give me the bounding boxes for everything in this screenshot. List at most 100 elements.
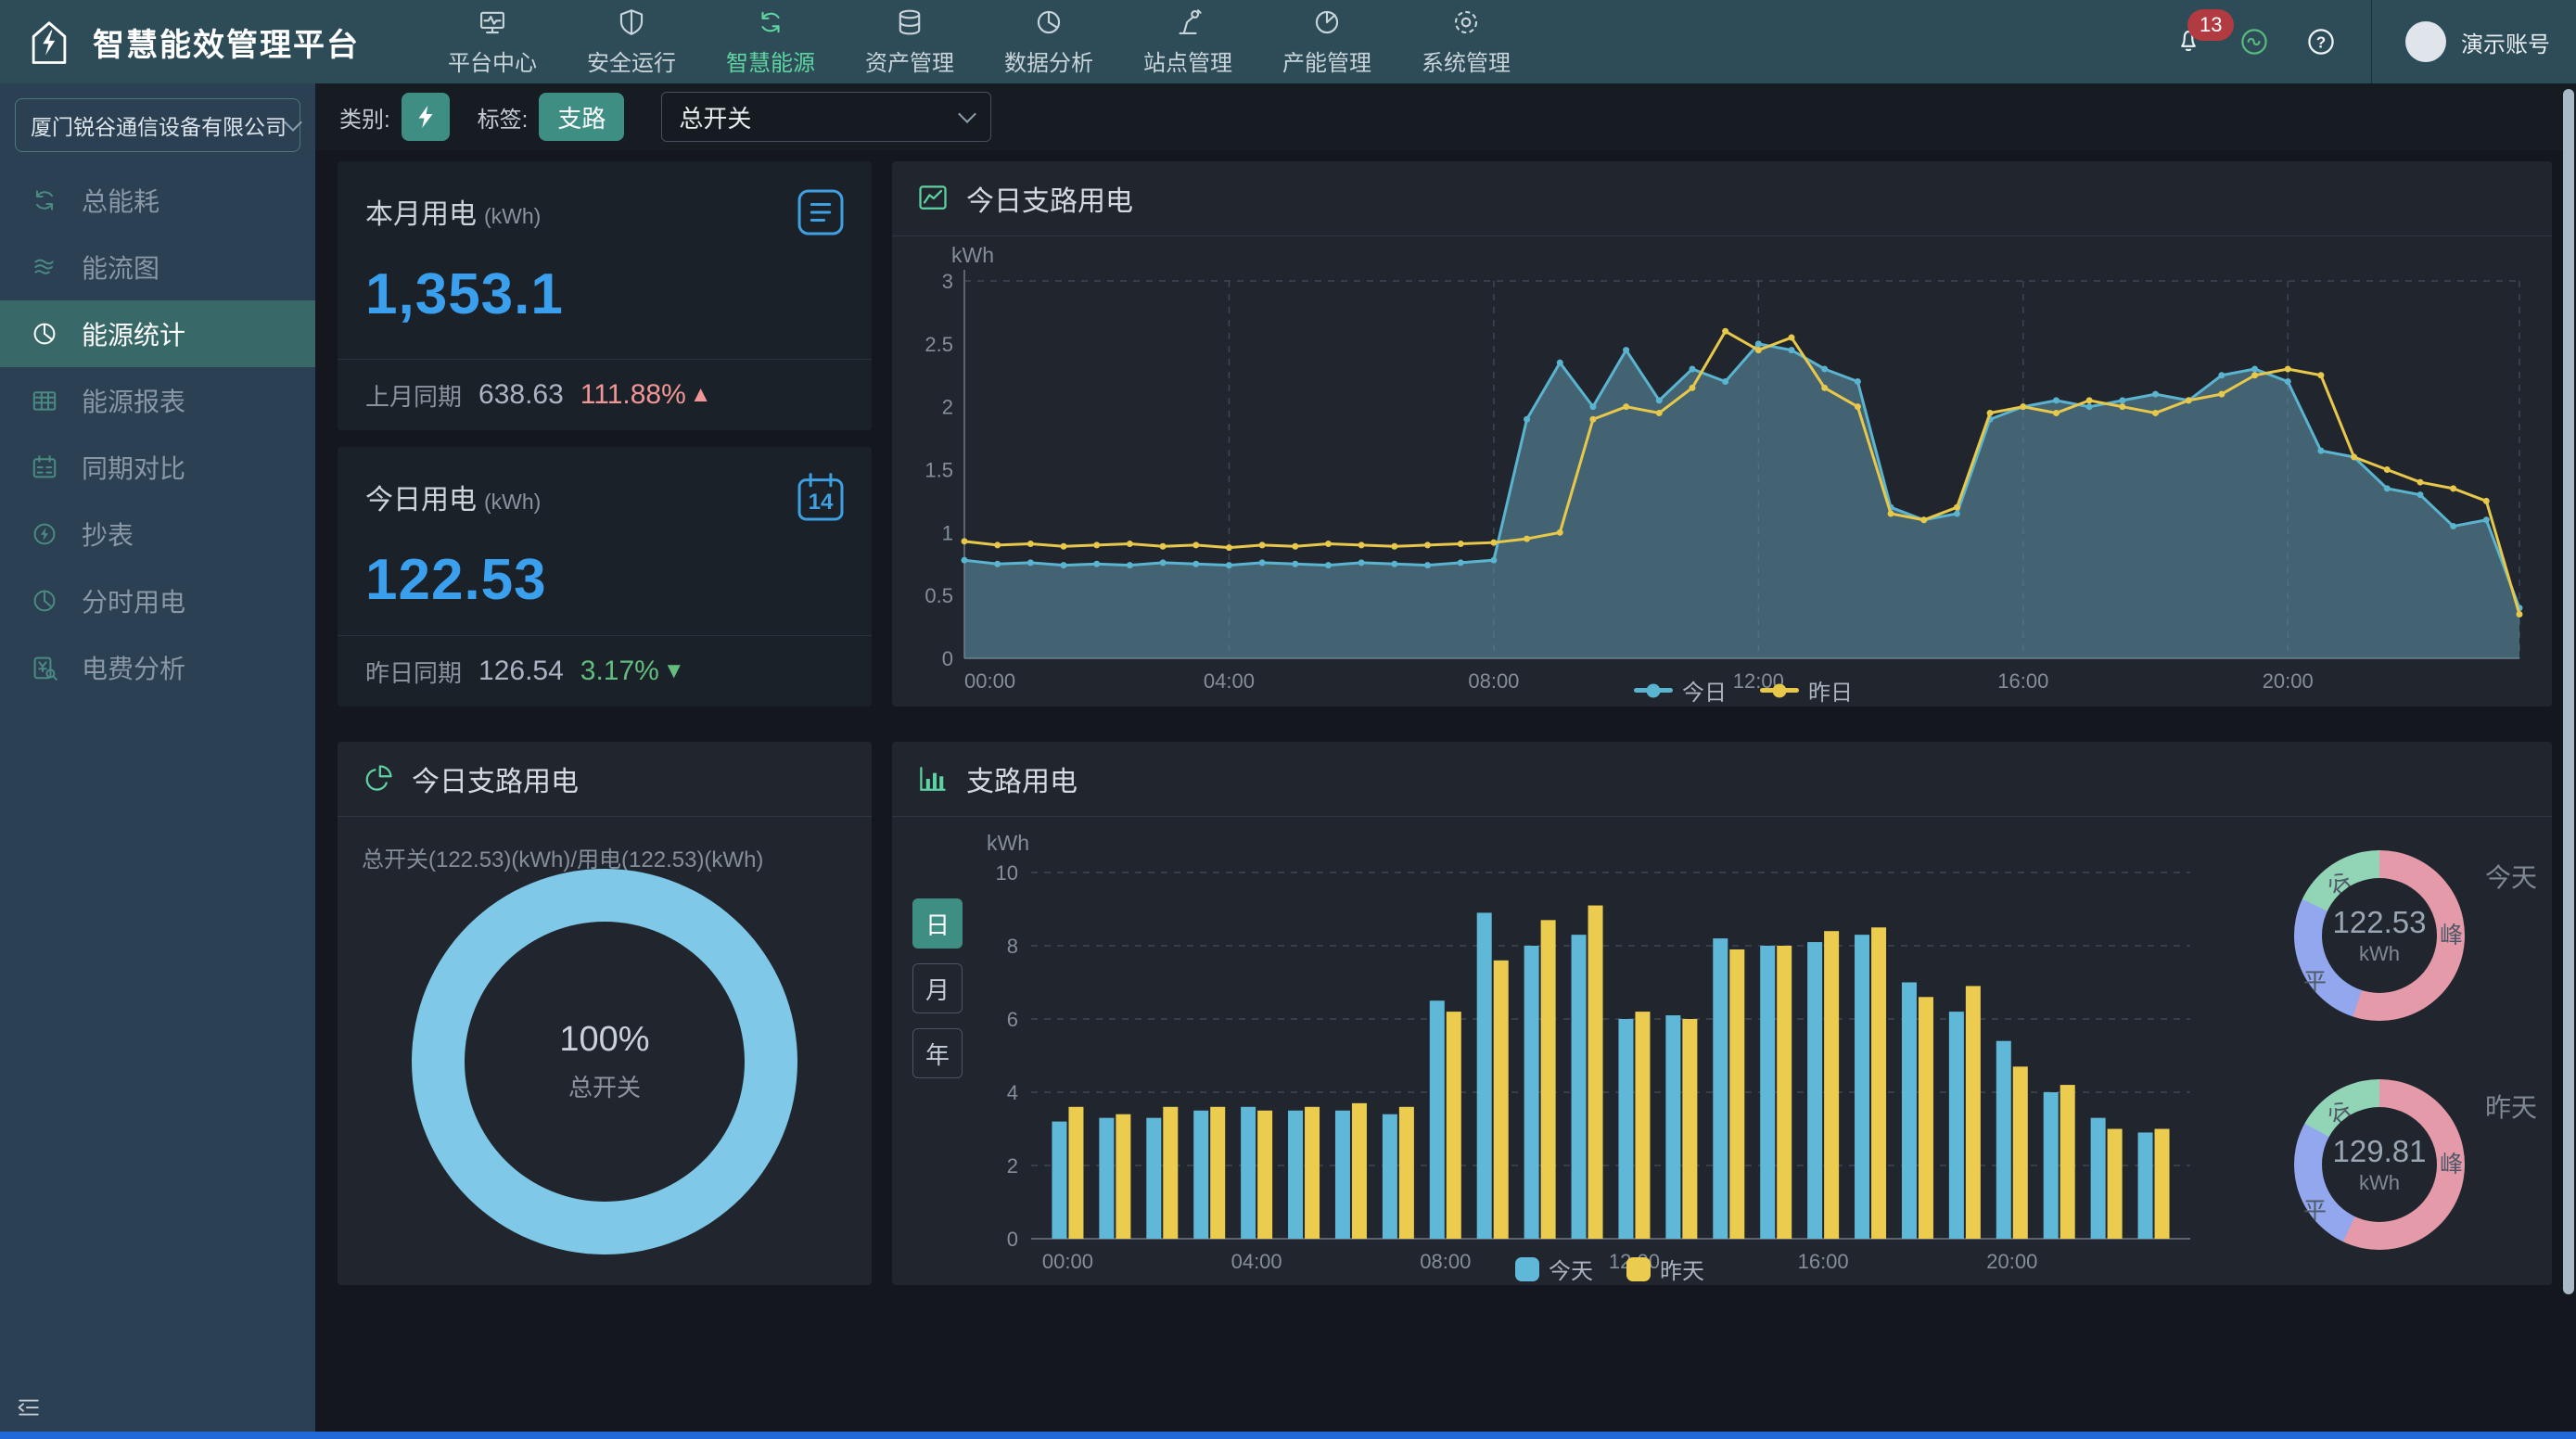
switch-select[interactable]: 总开关 [661,92,991,142]
nav-capacity-management[interactable]: 产能管理 [1278,0,1376,83]
legend-item-yesterday[interactable]: 昨日 [1760,674,1853,707]
svg-text:8: 8 [1007,935,1018,958]
nav-data-analysis[interactable]: 数据分析 [1000,0,1098,83]
card-title: 今日用电(kWh) [365,477,541,517]
chevron-down-icon [958,105,976,123]
category-electric-button[interactable] [402,93,450,141]
nav-system-management[interactable]: 系统管理 [1417,0,1515,83]
svg-text:kWh: kWh [951,243,994,267]
yesterday-donut-label: 昨天 [2485,1088,2537,1125]
yesterday-line-marker [1760,688,1799,693]
sidebar-footer [0,1383,315,1432]
unit-label: kWh [2359,942,2400,966]
unit-label: kWh [2359,1171,2400,1195]
trend-up-icon: ▲ [690,382,712,408]
card-footer: 昨日同期 126.54 3.17%▼ [338,635,872,707]
yesterday-peak-valley-donut: 谷 峰 平 129.81 kWh [2294,1079,2465,1250]
period-month-button[interactable]: 月 [912,963,963,1013]
nav-label: 安全运行 [587,45,676,77]
sidebar-item-label: 能源报表 [82,382,185,419]
sidebar-item-cost-analysis[interactable]: 电费分析 [0,634,315,701]
nav-site-management[interactable]: 站点管理 [1139,0,1237,83]
peak-slice-label: 峰 [2440,917,2463,950]
bar-chart-legend: 今天 昨天 [1515,1253,1704,1285]
period-year-button[interactable]: 年 [912,1028,963,1078]
sidebar-item-period-compare[interactable]: 同期对比 [0,434,315,501]
category-label: 类别: [339,101,390,134]
svg-text:2: 2 [942,396,953,419]
nav-smart-energy[interactable]: 智慧能源 [721,0,820,83]
svg-text:?: ? [2316,33,2326,51]
donut-center: 100% 总开关 [465,922,745,1202]
period-buttons: 日 月 年 [912,898,963,1078]
collapse-sidebar-icon[interactable] [15,1394,43,1421]
link-status-icon[interactable] [2238,25,2271,58]
sidebar-item-label: 总能耗 [82,182,159,219]
svg-text:16:00: 16:00 [1798,1250,1849,1273]
sidebar-item-total-energy[interactable]: 总能耗 [0,167,315,234]
card-unit: (kWh) [484,490,541,514]
vertical-scrollbar[interactable] [2563,89,2574,1294]
legend-label: 昨天 [1660,1253,1704,1285]
legend-label: 昨日 [1808,674,1853,707]
sidebar-item-energy-flow[interactable]: 能流图 [0,234,315,300]
recycle-icon [755,6,786,38]
app-title: 智慧能效管理平台 [93,19,360,65]
compare-label: 昨日同期 [365,655,462,689]
flat-slice-label: 平 [2303,1192,2327,1226]
svg-text:1: 1 [942,521,953,544]
help-icon[interactable]: ? [2304,25,2338,58]
card-footer: 上月同期 638.63 111.88%▲ [338,359,872,430]
panel-title: 支路用电 [966,758,1078,799]
panel-header: 今日支路用电 [892,161,2552,236]
percent-change: 111.88%▲ [580,379,712,411]
bar-chart-body: 日 月 年 kWh024681000:0004:0008:0012:0016:0… [892,817,2552,1286]
topbar: 智慧能效管理平台 平台中心 安全运行 智慧能源 资产管理 数据分析 [0,0,2576,83]
today-usage-card: 今日用电(kWh) 14 122.53 昨日同期 126.54 3.17%▼ [338,447,872,707]
sidebar-item-energy-statistics[interactable]: 能源统计 [0,300,315,367]
sidebar-item-label: 抄表 [82,516,134,553]
recycle-icon [30,185,59,215]
nav-safe-operation[interactable]: 安全运行 [582,0,681,83]
notifications-button[interactable]: 13 [2173,24,2204,60]
compare-value: 638.63 [478,379,564,411]
svg-text:10: 10 [996,861,1018,885]
tag-branch-button[interactable]: 支路 [539,93,624,141]
pie-chart-icon [1311,6,1343,38]
yesterday-total-value: 129.81 [2333,1134,2427,1169]
topbar-right: 13 ? 演示账号 [2173,0,2576,83]
database-icon [894,6,925,38]
nav-platform-center[interactable]: 平台中心 [443,0,542,83]
company-select[interactable]: 厦门锐谷通信设备有限公司 [15,98,300,152]
sidebar-item-meter-reading[interactable]: 抄表 [0,501,315,567]
panel-header: 今日支路用电 [338,742,872,817]
percent-change: 3.17%▼ [580,656,685,687]
period-day-button[interactable]: 日 [912,898,963,949]
svg-text:08:00: 08:00 [1420,1250,1471,1273]
legend-item-today[interactable]: 今天 [1515,1253,1593,1285]
notification-badge: 13 [2187,9,2234,41]
today-total-value: 122.53 [2333,905,2427,940]
app-logo: 智慧能效管理平台 [0,17,443,67]
table-icon [30,386,59,415]
sidebar-item-energy-report[interactable]: 能源报表 [0,367,315,434]
account-name: 演示账号 [2461,26,2550,58]
legend-item-today[interactable]: 今日 [1634,674,1727,707]
bottom-accent-bar [0,1432,2576,1439]
nav-label: 站点管理 [1143,45,1232,77]
peak-slice-label: 峰 [2440,1146,2463,1179]
nav-asset-management[interactable]: 资产管理 [861,0,959,83]
svg-text:3: 3 [942,270,953,293]
sidebar-item-time-of-use[interactable]: 分时用电 [0,567,315,634]
today-donut-label: 今天 [2485,858,2537,895]
avatar [2405,21,2446,62]
legend-label: 今天 [1549,1253,1593,1285]
account-menu[interactable]: 演示账号 [2371,0,2550,83]
panel-title: 今日支路用电 [966,178,1133,219]
legend-item-yesterday[interactable]: 昨天 [1626,1253,1704,1285]
trend-down-icon: ▼ [663,658,685,684]
nav-label: 智慧能源 [726,45,815,77]
filter-bar: 类别: 标签: 支路 总开关 [315,83,2576,150]
svg-text:kWh: kWh [987,831,1029,855]
svg-text:0: 0 [1007,1228,1018,1251]
